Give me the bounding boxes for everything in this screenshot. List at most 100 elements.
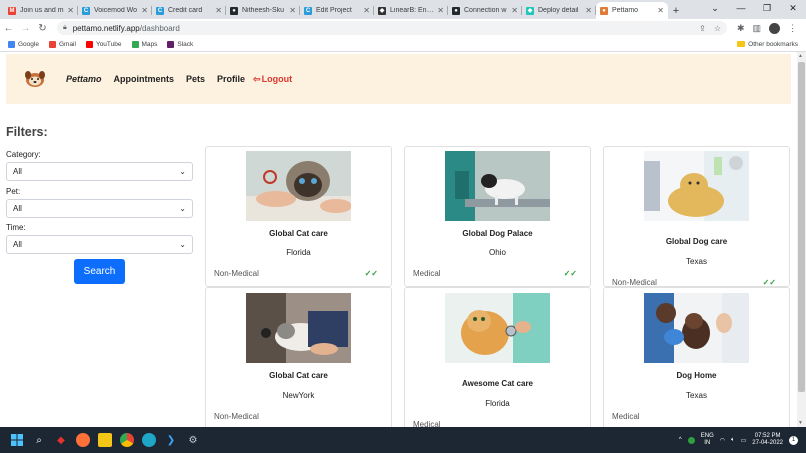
system-tray: ^ ENG IN ◠ 🔈︎ ▭ 07:52 PM 27-04-2022 1 <box>679 433 806 447</box>
bookmark-star-icon[interactable]: ☆ <box>714 24 721 33</box>
wifi-icon[interactable]: ◠ <box>720 437 725 444</box>
firefox-icon[interactable] <box>76 433 90 447</box>
edge-icon[interactable] <box>142 433 156 447</box>
lock-icon: 🔒︎ <box>63 24 67 31</box>
other-bookmarks[interactable]: Other bookmarks <box>737 41 798 48</box>
browser-tab[interactable]: ● Pettamo ✕ <box>596 2 668 19</box>
browser-tab[interactable]: ◆ LinearB: Engin ✕ <box>374 2 448 19</box>
menu-icon[interactable]: ⋮ <box>788 23 797 34</box>
nav-appointments[interactable]: Appointments <box>114 74 175 84</box>
close-window-button[interactable]: ✕ <box>780 0 806 17</box>
chrome-icon[interactable] <box>120 433 134 447</box>
vscode-icon[interactable]: ❯ <box>164 433 178 447</box>
forward-button[interactable]: → <box>17 23 34 34</box>
browser-tab[interactable]: ◆ Deploy detail ✕ <box>522 2 596 19</box>
tab-search-icon[interactable]: ⌄ <box>702 0 728 17</box>
provider-card[interactable]: Global Cat care Florida Non-Medical ✓✓ <box>205 146 392 287</box>
verified-check-icon: ✓✓ <box>364 269 378 278</box>
notification-badge[interactable]: 1 <box>789 435 798 445</box>
scroll-up-icon[interactable]: ▲ <box>798 53 803 59</box>
clock[interactable]: 07:52 PM 27-04-2022 <box>752 433 783 447</box>
battery-icon[interactable]: ▭ <box>741 437 747 444</box>
new-tab-button[interactable]: + <box>668 2 684 19</box>
share-icon[interactable]: ⇪ <box>699 24 706 33</box>
bookmark-label: Google <box>18 40 39 48</box>
tab-close-icon[interactable]: ✕ <box>141 6 148 15</box>
nav-pets[interactable]: Pets <box>186 74 205 84</box>
tab-label: Join us and m <box>20 7 64 14</box>
app-red-diamond-icon[interactable]: ◆ <box>54 433 68 447</box>
window-controls: ⌄ — ❐ ✕ <box>702 0 806 17</box>
provider-card[interactable]: Dog Home Texas Medical <box>603 287 790 427</box>
tab-favicon-icon: ● <box>452 6 460 15</box>
bookmark-item[interactable]: Gmail <box>48 40 76 48</box>
tab-close-icon[interactable]: ✕ <box>511 6 518 15</box>
provider-image <box>644 293 749 363</box>
logout-link[interactable]: ⇦ Logout <box>253 74 292 85</box>
tab-close-icon[interactable]: ✕ <box>363 6 370 15</box>
bookmark-item[interactable]: Slack <box>167 40 193 48</box>
provider-card[interactable]: Global Dog Palace Ohio Medical ✓✓ <box>404 146 591 287</box>
brand-name[interactable]: Pettamo <box>66 74 102 84</box>
maximize-button[interactable]: ❐ <box>754 0 780 17</box>
tab-label: Deploy detail <box>538 7 579 14</box>
scrollbar-thumb[interactable] <box>798 62 805 392</box>
bookmark-item[interactable]: YouTube <box>85 40 122 48</box>
tab-favicon-icon: ◆ <box>378 6 386 15</box>
extensions-icon[interactable]: ✱ <box>737 23 745 34</box>
provider-card[interactable]: Global Dog care Texas Non-Medical ✓✓ <box>603 146 790 287</box>
tab-close-icon[interactable]: ✕ <box>657 6 664 15</box>
provider-card[interactable]: Awesome Cat care Florida Medical <box>404 287 591 427</box>
tab-close-icon[interactable]: ✕ <box>289 6 296 15</box>
scroll-down-icon[interactable]: ▼ <box>798 420 803 426</box>
reload-button[interactable]: ↻ <box>34 23 51 34</box>
sidebar-icon[interactable]: ▥ <box>753 23 762 34</box>
bookmark-favicon-icon <box>8 40 15 48</box>
tab-close-icon[interactable]: ✕ <box>585 6 592 15</box>
bookmark-label: Maps <box>141 40 158 48</box>
pet-select[interactable]: All ⌄ <box>6 199 193 218</box>
volume-icon[interactable]: 🔈︎ <box>731 437 735 444</box>
browser-tab[interactable]: C Edit Project ✕ <box>300 2 374 19</box>
search-button[interactable]: Search <box>74 259 125 284</box>
settings-gear-icon[interactable]: ⚙ <box>186 433 200 447</box>
file-explorer-icon[interactable] <box>98 433 112 447</box>
tab-close-icon[interactable]: ✕ <box>437 6 444 15</box>
time-select[interactable]: All ⌄ <box>6 235 193 254</box>
provider-name: Global Cat care <box>269 371 328 380</box>
nav-profile[interactable]: Profile <box>217 74 245 84</box>
windows-taskbar: ⌕ ◆ ❯ ⚙ ^ ENG IN ◠ 🔈︎ ▭ 07:52 PM 27-04-2… <box>0 427 806 453</box>
provider-name: Global Dog Palace <box>462 229 533 238</box>
logout-label: Logout <box>261 74 293 84</box>
bookmark-item[interactable]: Google <box>8 40 39 48</box>
back-button[interactable]: ← <box>0 23 17 34</box>
search-icon[interactable]: ⌕ <box>32 433 46 447</box>
windows-start-icon[interactable] <box>10 433 24 447</box>
bookmark-favicon-icon <box>85 40 93 48</box>
browser-tab[interactable]: C Credit card ✕ <box>152 2 226 19</box>
provider-name: Awesome Cat care <box>462 379 533 388</box>
browser-tab[interactable]: ● Connection w ✕ <box>448 2 522 19</box>
bookmark-item[interactable]: Maps <box>131 40 158 48</box>
browser-tab[interactable]: ● Nitheesh-Sku ✕ <box>226 2 300 19</box>
tray-app-icon[interactable] <box>687 436 695 444</box>
page-scrollbar[interactable]: ▲ ▼ <box>797 52 806 427</box>
provider-type: Medical <box>612 412 640 421</box>
browser-tab[interactable]: C Voicemod Wo ✕ <box>78 2 152 19</box>
minimize-button[interactable]: — <box>728 0 754 17</box>
tab-list: M Join us and m ✕ C Voicemod Wo ✕ C Credit card… <box>0 2 668 19</box>
tab-close-icon[interactable]: ✕ <box>215 6 222 15</box>
browser-tab[interactable]: M Join us and m ✕ <box>4 2 78 19</box>
verified-check-icon: ✓✓ <box>762 278 776 287</box>
pettamo-logo-icon[interactable] <box>24 70 46 88</box>
address-bar[interactable]: 🔒︎ pettamo.netlify.app/dashboard ⇪ ☆ <box>57 21 727 35</box>
profile-avatar[interactable] <box>769 22 781 34</box>
provider-card[interactable]: Global Cat care NewYork Non-Medical <box>205 287 392 427</box>
tab-label: Connection w <box>464 7 507 14</box>
chevron-down-icon: ⌄ <box>179 167 186 176</box>
category-select[interactable]: All ⌄ <box>6 162 193 181</box>
chevron-up-icon[interactable]: ^ <box>679 437 682 443</box>
language-indicator[interactable]: ENG IN <box>701 433 714 447</box>
category-value: All <box>13 167 22 176</box>
tab-close-icon[interactable]: ✕ <box>67 6 74 15</box>
